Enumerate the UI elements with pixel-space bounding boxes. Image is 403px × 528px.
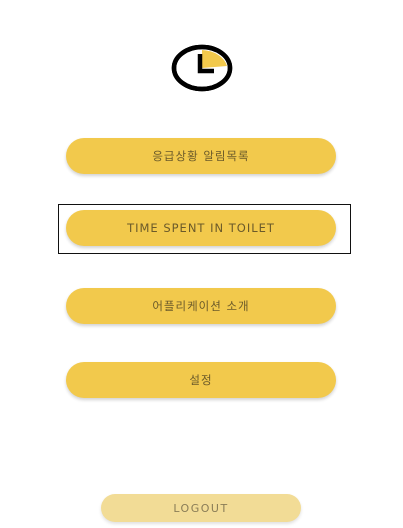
settings-button[interactable]: 설정: [66, 362, 336, 398]
emergency-alert-list-button[interactable]: 응급상황 알림목록: [66, 138, 336, 174]
clock-logo-icon: [170, 44, 234, 92]
time-spent-in-toilet-button[interactable]: TIME SPENT IN TOILET: [66, 210, 336, 246]
time-spent-in-toilet-label: TIME SPENT IN TOILET: [127, 221, 275, 235]
settings-label: 설정: [189, 373, 213, 387]
logout-label: LOGOUT: [173, 501, 229, 515]
app-introduction-button[interactable]: 어플리케이션 소개: [66, 288, 336, 324]
logout-button[interactable]: LOGOUT: [101, 494, 301, 522]
emergency-alert-list-label: 응급상황 알림목록: [152, 149, 250, 163]
app-introduction-label: 어플리케이션 소개: [152, 299, 250, 313]
